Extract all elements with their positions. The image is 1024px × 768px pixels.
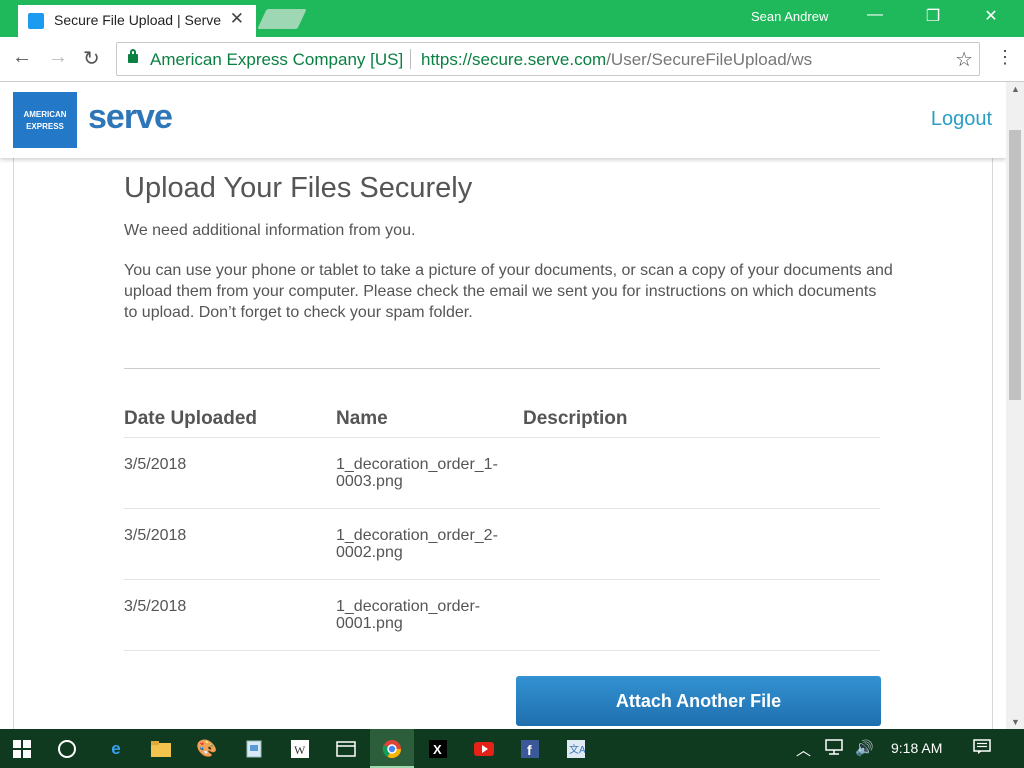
col-header-date: Date Uploaded bbox=[124, 408, 258, 429]
restore-icon[interactable]: ❐ bbox=[910, 6, 956, 28]
photos-app-icon[interactable] bbox=[232, 729, 276, 768]
attach-another-file-button[interactable]: Attach Another File bbox=[516, 676, 881, 726]
row-1-name: 1_decoration_order_1-0003.png bbox=[336, 456, 498, 490]
facebook-icon[interactable]: f bbox=[508, 729, 552, 768]
table-row-line bbox=[124, 579, 880, 580]
back-arrow-icon[interactable]: ← bbox=[12, 46, 32, 69]
tab-title: Secure File Upload | Serve bbox=[54, 12, 222, 28]
url-host: https://secure.serve.com bbox=[421, 50, 607, 69]
svg-text:W: W bbox=[294, 743, 306, 757]
profile-name[interactable]: Sean Andrew bbox=[751, 9, 828, 24]
site-header: AMERICAN EXPRESS serve Logout bbox=[0, 82, 1006, 158]
x-app-icon[interactable]: X bbox=[416, 729, 460, 768]
svg-text:f: f bbox=[527, 742, 532, 758]
row-3-date: 3/5/2018 bbox=[124, 598, 187, 615]
amex-logo-line1: AMERICAN bbox=[23, 110, 67, 119]
windows-taskbar: e 🎨 W X f 文A ︿ 🔊 9:18 AM bbox=[0, 729, 1024, 768]
show-hidden-icons-icon[interactable]: ︿ bbox=[796, 739, 811, 760]
instructions-text: You can use your phone or tablet to take… bbox=[124, 262, 893, 321]
word-document-icon[interactable]: W bbox=[278, 729, 322, 768]
serve-logo[interactable]: serve bbox=[88, 98, 173, 137]
main-content: Upload Your Files Securely We need addit… bbox=[13, 158, 993, 729]
windows-start-icon[interactable] bbox=[0, 729, 44, 768]
table-header-line bbox=[124, 437, 880, 438]
url-path: /User/SecureFileUpload/ws bbox=[606, 50, 813, 69]
page-scrollbar[interactable]: ▲ ▼ bbox=[1006, 82, 1024, 729]
window-app-icon[interactable] bbox=[324, 729, 368, 768]
row-3-name: 1_decoration_order-0001.png bbox=[336, 598, 481, 632]
ev-certificate-label[interactable]: American Express Company [US] bbox=[150, 50, 403, 70]
browser-tab[interactable]: Secure File Upload | Serve ✕ bbox=[18, 5, 256, 37]
network-icon[interactable] bbox=[824, 739, 844, 759]
logout-link[interactable]: Logout bbox=[931, 108, 992, 131]
scroll-down-arrow-icon[interactable]: ▼ bbox=[1011, 717, 1020, 727]
row-2-name: 1_decoration_order_2-0002.png bbox=[336, 527, 498, 561]
table-row-line bbox=[124, 650, 880, 651]
lock-icon bbox=[128, 49, 138, 63]
browser-toolbar: ← → ↻ American Express Company [US] http… bbox=[0, 37, 1024, 82]
window-titlebar: Secure File Upload | Serve ✕ Sean Andrew… bbox=[0, 0, 1024, 37]
scroll-thumb[interactable] bbox=[1009, 130, 1021, 400]
chrome-icon[interactable] bbox=[370, 729, 414, 768]
url-text[interactable]: https://secure.serve.com/User/SecureFile… bbox=[421, 50, 812, 70]
edge-browser-icon[interactable]: e bbox=[94, 729, 138, 768]
paint-icon[interactable]: 🎨 bbox=[185, 729, 229, 768]
row-1-date: 3/5/2018 bbox=[124, 456, 187, 473]
serve-favicon-icon bbox=[28, 13, 44, 29]
bookmark-star-icon[interactable]: ☆ bbox=[955, 47, 973, 72]
svg-text:X: X bbox=[433, 742, 442, 757]
file-explorer-icon[interactable] bbox=[139, 729, 183, 768]
svg-text:文A: 文A bbox=[569, 743, 585, 756]
web-page: AMERICAN EXPRESS serve Logout Upload You… bbox=[0, 82, 1006, 729]
amex-logo[interactable]: AMERICAN EXPRESS bbox=[13, 92, 77, 148]
action-center-icon[interactable] bbox=[973, 739, 991, 759]
volume-icon[interactable]: 🔊 bbox=[855, 739, 874, 757]
table-row-line bbox=[124, 508, 880, 509]
scroll-up-arrow-icon[interactable]: ▲ bbox=[1011, 84, 1020, 94]
forward-arrow-icon[interactable]: → bbox=[48, 46, 68, 69]
taskbar-clock[interactable]: 9:18 AM bbox=[891, 740, 942, 756]
amex-logo-line2: EXPRESS bbox=[26, 122, 64, 131]
divider bbox=[124, 368, 880, 369]
close-window-icon[interactable]: ✕ bbox=[968, 6, 1014, 28]
youtube-icon[interactable] bbox=[462, 729, 506, 768]
intro-text: We need additional information from you. bbox=[124, 222, 416, 239]
reload-icon[interactable]: ↻ bbox=[83, 46, 100, 71]
new-tab-button[interactable] bbox=[257, 9, 307, 29]
address-bar[interactable]: American Express Company [US] https://se… bbox=[116, 42, 980, 76]
browser-menu-icon[interactable]: ⋮ bbox=[996, 47, 1014, 68]
minimize-icon[interactable]: — bbox=[852, 6, 898, 28]
cortana-icon[interactable] bbox=[45, 729, 89, 768]
col-header-name: Name bbox=[336, 408, 388, 429]
row-2-date: 3/5/2018 bbox=[124, 527, 187, 544]
tab-close-icon[interactable]: ✕ bbox=[230, 9, 244, 29]
address-separator bbox=[410, 49, 411, 69]
col-header-description: Description bbox=[523, 408, 628, 429]
page-title: Upload Your Files Securely bbox=[124, 172, 473, 204]
translator-icon[interactable]: 文A bbox=[554, 729, 598, 768]
